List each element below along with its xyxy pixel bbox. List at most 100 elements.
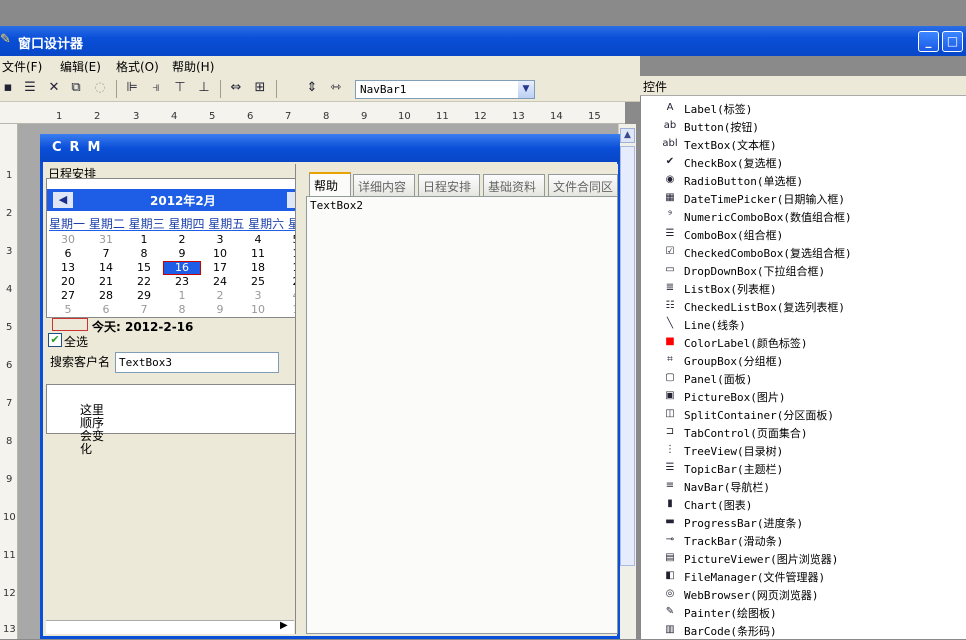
save-icon[interactable]: ▪ — [0, 80, 16, 96]
control-item-label: NumericComboBox(数值组合框) — [684, 211, 852, 224]
calendar-day[interactable]: 14 — [87, 261, 125, 274]
calendar-day[interactable]: 6 — [49, 247, 87, 260]
calendar-day[interactable]: 15 — [125, 261, 163, 274]
copy-icon[interactable]: ⧉ — [68, 80, 84, 96]
calendar-day[interactable]: 3 — [239, 289, 277, 302]
tab-content[interactable] — [306, 196, 618, 634]
label-icon: A — [666, 102, 674, 113]
scroll-thumb[interactable] — [620, 146, 635, 566]
calendar-day[interactable]: 5 — [277, 233, 296, 246]
splitcontainer-icon: ◫ — [665, 408, 675, 419]
calendar-day[interactable]: 1 — [125, 233, 163, 246]
calendar-day[interactable]: 2 — [277, 275, 296, 288]
calendar-day[interactable]: 10 — [239, 303, 277, 316]
chevron-down-icon[interactable]: ▼ — [518, 81, 534, 98]
ruler-mark: 9 — [6, 474, 13, 485]
properties-icon[interactable]: ☰ — [22, 80, 38, 96]
calendar-day[interactable]: 7 — [125, 303, 163, 316]
scroll-up-icon[interactable]: ▲ — [620, 128, 635, 143]
vertical-spacing-icon[interactable]: ⇕ — [304, 80, 320, 96]
ruler-mark: 14 — [550, 111, 563, 122]
select-all-checkbox[interactable]: ✔ — [48, 333, 62, 347]
left-bottom-scrollbar[interactable]: ▶ — [46, 620, 294, 634]
calendar-day[interactable]: 21 — [87, 275, 125, 288]
calendar-day[interactable]: 9 — [201, 303, 239, 316]
delete-icon[interactable]: ✕ — [46, 80, 62, 96]
menu-format[interactable]: 格式(O) — [116, 58, 159, 75]
calendar-day[interactable]: 5 — [49, 303, 87, 316]
calendar-day[interactable]: 24 — [201, 275, 239, 288]
calendar[interactable]: ◀ 2012年2月 星期一 星期二 星期三 星期四 星期五 星期六 星期 30 3… — [46, 178, 296, 318]
control-selector-combo[interactable]: NavBar1 ▼ — [355, 80, 535, 99]
calendar-day[interactable]: 17 — [201, 261, 239, 274]
calendar-day[interactable]: 2 — [201, 289, 239, 302]
chevron-right-icon[interactable] — [287, 192, 295, 208]
paste-icon[interactable]: ◌ — [92, 80, 108, 96]
same-size-icon[interactable]: ⊞ — [252, 80, 268, 96]
calendar-day[interactable]: 8 — [163, 303, 201, 316]
ruler-left: 1 2 3 4 5 6 7 8 9 10 11 12 13 — [0, 124, 18, 639]
line-icon: ╲ — [666, 318, 674, 329]
calendar-day[interactable]: 1 — [277, 303, 296, 316]
tab-schedule[interactable]: 日程安排 — [418, 174, 480, 196]
split-divider[interactable] — [296, 164, 304, 634]
align-right-icon[interactable]: ⫣ — [148, 80, 164, 96]
calendar-day[interactable]: 9 — [163, 247, 201, 260]
tab-basic-info[interactable]: 基础资料 — [483, 174, 545, 196]
calendar-day[interactable]: 3 — [201, 233, 239, 246]
calendar-day[interactable]: 8 — [125, 247, 163, 260]
calendar-day[interactable]: 23 — [163, 275, 201, 288]
control-item-label: SplitContainer(分区面板) — [684, 409, 834, 422]
calendar-day[interactable]: 16 — [163, 261, 201, 275]
radiobutton-icon: ◉ — [665, 174, 675, 185]
textbox2[interactable]: TextBox2 — [310, 199, 363, 212]
ruler-mark: 5 — [6, 322, 13, 333]
toolbar-separator — [116, 80, 117, 98]
calendar-day[interactable]: 4 — [239, 233, 277, 246]
calendar-day[interactable]: 25 — [239, 275, 277, 288]
align-bottom-icon[interactable]: ⊥ — [196, 80, 212, 96]
calendar-day[interactable]: 1 — [163, 289, 201, 302]
tab-contracts[interactable]: 文件合同区 — [548, 174, 618, 196]
menu-edit[interactable]: 编辑(E) — [60, 58, 101, 75]
calendar-day[interactable]: 4 — [277, 289, 296, 302]
same-width-icon[interactable]: ⇔ — [228, 80, 244, 96]
calendar-day[interactable]: 22 — [125, 275, 163, 288]
calendar-day[interactable]: 28 — [87, 289, 125, 302]
calendar-day[interactable]: 27 — [49, 289, 87, 302]
minimize-button[interactable]: _ — [918, 31, 939, 52]
form-title-bar[interactable]: CRM — [40, 134, 620, 162]
menu-bar: 文件(F) 编辑(E) 格式(O) 帮助(H) — [0, 56, 640, 76]
calendar-day[interactable]: 10 — [201, 247, 239, 260]
tab-help[interactable]: 帮助 — [309, 172, 351, 197]
calendar-day[interactable]: 13 — [49, 261, 87, 274]
menu-file[interactable]: 文件(F) — [2, 58, 42, 75]
calendar-day[interactable]: 7 — [87, 247, 125, 260]
pictureviewer-icon: ▤ — [665, 552, 675, 563]
today-indicator[interactable]: 今天: 2012-2-16 — [52, 318, 292, 334]
align-top-icon[interactable]: ⊤ — [172, 80, 188, 96]
scroll-right-icon[interactable]: ▶ — [280, 620, 288, 631]
control-item-label: GroupBox(分组框) — [684, 355, 784, 368]
calendar-day[interactable]: 6 — [87, 303, 125, 316]
horizontal-spacing-icon[interactable]: ⇿ — [328, 80, 344, 96]
control-item-label: CheckedComboBox(复选组合框) — [684, 247, 852, 260]
calendar-day[interactable]: 18 — [239, 261, 277, 274]
calendar-day[interactable]: 31 — [87, 233, 125, 246]
control-item-label: TrackBar(滑动条) — [684, 535, 784, 548]
chevron-left-icon[interactable]: ◀ — [53, 192, 73, 208]
control-item-label: Panel(面板) — [684, 373, 753, 386]
calendar-day[interactable]: 1 — [277, 261, 296, 274]
calendar-day[interactable]: 30 — [49, 233, 87, 246]
calendar-day[interactable]: 20 — [49, 275, 87, 288]
calendar-day[interactable]: 1 — [277, 247, 296, 260]
calendar-day[interactable]: 29 — [125, 289, 163, 302]
align-left-icon[interactable]: ⊫ — [124, 80, 140, 96]
calendar-day[interactable]: 11 — [239, 247, 277, 260]
menu-help[interactable]: 帮助(H) — [172, 58, 214, 75]
search-customer-input[interactable]: TextBox3 — [115, 352, 279, 373]
designer-vertical-scrollbar[interactable]: ▲ — [618, 124, 636, 639]
tab-details[interactable]: 详细内容 — [353, 174, 415, 196]
maximize-button[interactable]: □ — [942, 31, 963, 52]
calendar-day[interactable]: 2 — [163, 233, 201, 246]
